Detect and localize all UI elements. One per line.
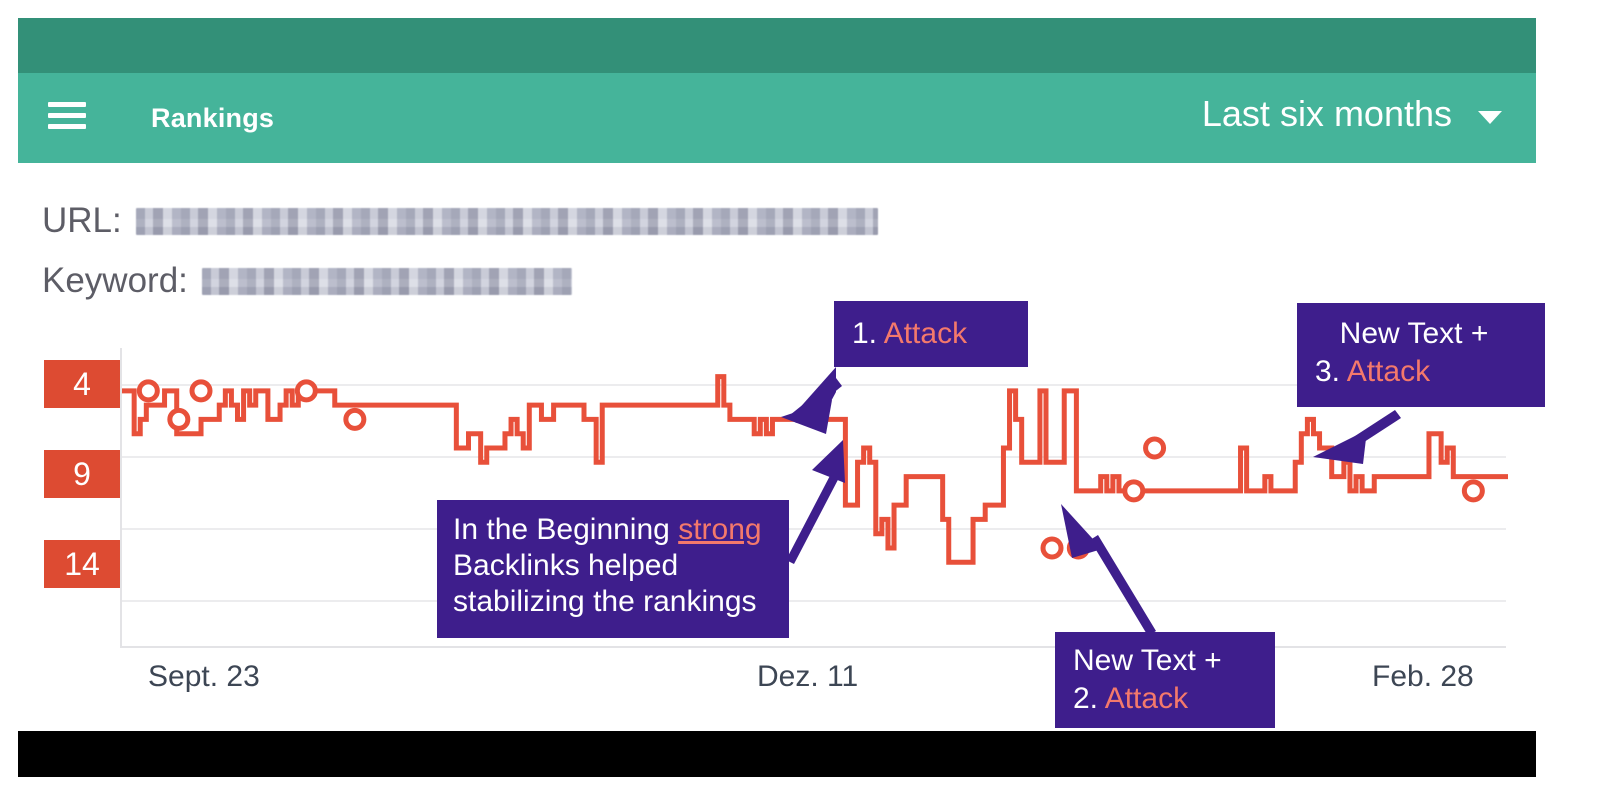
bottom-bar [18,731,1536,777]
annotation-attack-1-text: 1. Attack [852,315,1028,353]
attack3-word: Attack [1346,355,1431,388]
chevron-down-icon[interactable] [1478,110,1502,124]
page-title: Rankings [151,103,275,133]
series-marker [136,379,160,403]
attack2-word: Attack [1104,682,1189,715]
app-bar-main: Rankings Last six months [18,73,1536,163]
date-range-dropdown[interactable]: Last six months [1202,91,1502,137]
y-axis-label-9: 9 [44,450,120,498]
keyword-value-redacted [201,267,572,295]
status-band [18,18,1536,73]
annotation-backlinks-line3: stabilizing the rankings [453,585,757,618]
attack1-number: 1. [852,317,884,350]
app-bar: Rankings Last six months [18,18,1536,163]
attack1-word: Attack [883,317,968,350]
series-marker [189,379,213,403]
annotation-attack-2-line1: New Text + [1073,644,1222,677]
hamburger-bar [48,102,86,107]
series-markers [136,379,1485,560]
x-axis-label-start: Sept. 23 [148,660,260,693]
annotation-backlinks-line2: Backlinks helped [453,549,679,582]
keyword-row: Keyword: [42,256,572,306]
backlinks-text-a: In the Beginning [453,513,679,546]
backlinks-strong-link: strong [678,513,762,546]
annotation-attack-1: 1. Attack [834,301,1028,367]
annotation-attack-3-line2: 3. Attack [1297,353,1545,391]
attack2-number: 2. [1073,682,1105,715]
series-marker [1461,479,1485,503]
annotation-backlinks-line1: In the Beginning strong [453,512,789,548]
series-marker [1066,536,1090,560]
series-marker [1122,479,1146,503]
hamburger-bar [48,124,86,129]
y-axis-label-4: 4 [44,360,120,408]
y-axis-label-14: 14 [44,540,120,588]
series-marker [294,379,318,403]
annotation-attack-2-line2: 2. Attack [1073,680,1275,718]
series-marker [343,407,367,431]
x-axis-label-end: Feb. 28 [1372,660,1474,693]
series-marker [1143,436,1167,460]
keyword-label: Keyword: [42,261,188,300]
hamburger-bar [48,113,86,118]
annotation-attack-3: New Text + 3. Attack [1297,303,1545,407]
hamburger-menu-icon[interactable] [48,102,86,132]
app-screenshot: Rankings Last six months URL: Keyword: 4… [0,0,1600,807]
url-row: URL: [42,196,878,246]
url-value-redacted [135,207,878,235]
date-range-label: Last six months [1201,93,1452,134]
annotation-attack-2: New Text + 2. Attack [1055,632,1275,728]
x-axis-label-mid: Dez. 11 [757,660,859,693]
series-marker [167,407,191,431]
attack3-number: 3. [1315,355,1347,388]
url-label: URL: [42,201,122,240]
series-marker [1040,536,1064,560]
annotation-backlinks: In the Beginning strong Backlinks helped… [437,500,789,638]
annotation-attack-3-line1: New Text + [1339,317,1489,350]
